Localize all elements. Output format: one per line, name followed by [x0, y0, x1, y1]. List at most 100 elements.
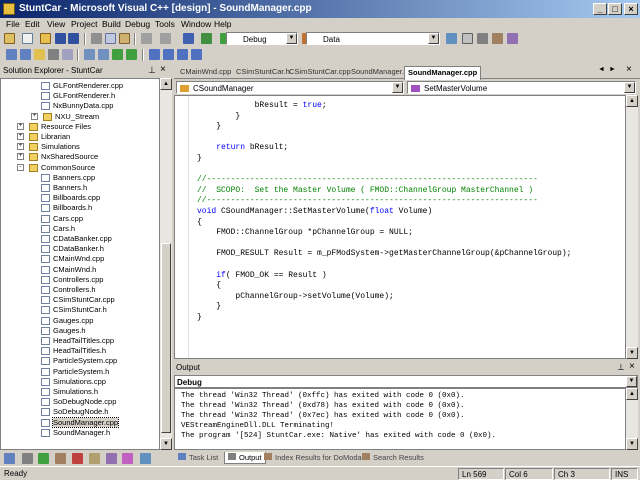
menu-view[interactable]: View — [47, 19, 65, 29]
tree-file[interactable]: CMainWnd.h — [41, 265, 96, 275]
tree-file[interactable]: SoDebugNode.cpp — [41, 397, 116, 407]
tab-icon[interactable] — [106, 453, 117, 464]
expand-icon[interactable]: + — [17, 143, 24, 151]
code-line[interactable]: { — [197, 280, 221, 291]
pin-icon[interactable]: ⊥ — [148, 65, 156, 76]
tree-file[interactable]: NxBunnyData.cpp — [41, 101, 113, 111]
scroll-down-icon[interactable]: ▼ — [626, 347, 638, 359]
outdent-icon[interactable] — [98, 49, 109, 60]
bookmark-prev-icon[interactable] — [163, 49, 174, 60]
tree-folder[interactable]: + Resource Files — [17, 122, 91, 132]
tree-file[interactable]: Controllers.h — [41, 285, 96, 295]
tree-file[interactable]: Billboards.h — [41, 203, 92, 213]
tab-icon[interactable] — [72, 453, 83, 464]
minimize-button[interactable]: _ — [593, 3, 607, 15]
code-line[interactable]: } — [197, 121, 221, 132]
menu-build[interactable]: Build — [102, 19, 121, 29]
close-button[interactable]: × — [624, 3, 638, 15]
tree-file[interactable]: Cars.h — [41, 224, 75, 234]
nav-back-icon[interactable] — [183, 33, 194, 44]
tab-soundmanager-cpp[interactable]: SoundManager.cpp — [404, 66, 482, 80]
resource-tab-icon[interactable] — [38, 453, 49, 464]
code-line[interactable]: // SCOPO: Set the Master Volume ( FMOD::… — [197, 185, 533, 196]
toolbar-icon[interactable] — [48, 49, 59, 60]
collapse-icon[interactable]: - — [17, 163, 24, 171]
code-line[interactable]: FMOD_RESULT Result = m_pFModSystem->getM… — [197, 248, 571, 259]
expand-icon[interactable]: + — [17, 153, 24, 161]
find-combo[interactable]: Data ▼ — [306, 32, 440, 45]
maximize-button[interactable]: □ — [608, 3, 622, 15]
redo-icon[interactable] — [160, 33, 171, 44]
tree-file[interactable]: HeadTailTitles.cpp — [41, 336, 114, 346]
code-editor[interactable]: bResult = true; } } return bResult;} //--… — [174, 95, 626, 359]
tree-folder[interactable]: + NxSharedSource — [17, 152, 98, 162]
code-line[interactable]: } — [197, 312, 202, 323]
tree-file[interactable]: Cars.cpp — [41, 214, 83, 224]
solution-tab-icon[interactable] — [4, 453, 15, 464]
tree-folder[interactable]: + Librarian — [17, 132, 70, 142]
tab-icon[interactable] — [140, 453, 151, 464]
undo-icon[interactable] — [141, 33, 152, 44]
tab-icon[interactable] — [122, 453, 133, 464]
tree-file[interactable]: ParticleSystem.cpp — [41, 356, 117, 366]
class-tab-icon[interactable] — [22, 453, 33, 464]
new-project-icon[interactable] — [4, 33, 15, 44]
tree-file[interactable]: GLFontRenderer.h — [41, 91, 115, 101]
class-view-icon[interactable] — [507, 33, 518, 44]
open-folder-icon[interactable] — [40, 33, 51, 44]
scroll-up-icon[interactable]: ▲ — [626, 388, 638, 400]
editor-gutter[interactable] — [175, 96, 189, 358]
comment-icon[interactable] — [112, 49, 123, 60]
code-line[interactable]: } — [197, 153, 202, 164]
tree-file[interactable]: HeadTailTitles.h — [41, 346, 106, 356]
tab-cmainwnd-cpp[interactable]: CMainWnd.cpp — [180, 66, 231, 79]
bookmark-icon[interactable] — [149, 49, 160, 60]
class-select[interactable]: CSoundManager ▼ — [176, 81, 404, 94]
tab-icon[interactable] — [89, 453, 100, 464]
code-line[interactable]: if( FMOD_OK == Result ) — [197, 270, 326, 281]
chevron-down-icon[interactable]: ▼ — [392, 82, 403, 93]
tree-file[interactable]: GLFontRenderer.cpp — [41, 81, 123, 91]
code-line[interactable]: bResult = true; — [197, 100, 327, 111]
solution-explorer-icon[interactable] — [462, 33, 473, 44]
properties-icon[interactable] — [477, 33, 488, 44]
indent-icon[interactable] — [84, 49, 95, 60]
tree-file[interactable]: SoundManager.h — [41, 428, 110, 438]
close-document-icon[interactable]: × — [626, 64, 632, 75]
toolbox-icon[interactable] — [492, 33, 503, 44]
tree-file[interactable]: Simulations.cpp — [41, 377, 106, 387]
tree-file[interactable]: CSimStuntCar.h — [41, 305, 107, 315]
menu-project[interactable]: Project — [71, 19, 97, 29]
menu-tools[interactable]: Tools — [155, 19, 175, 29]
close-icon[interactable]: × — [629, 361, 635, 372]
scroll-down-icon[interactable]: ▼ — [626, 438, 638, 450]
tree-folder[interactable]: + Simulations — [17, 142, 80, 152]
bookmark-clear-icon[interactable] — [191, 49, 202, 60]
tree-file[interactable]: ParticleSystem.h — [41, 367, 109, 377]
output-scrollbar[interactable]: ▲ ▼ — [626, 388, 638, 450]
toolbar-icon[interactable] — [20, 49, 31, 60]
cut-icon[interactable] — [91, 33, 102, 44]
tree-file[interactable]: Gauges.h — [41, 326, 86, 336]
add-item-icon[interactable] — [22, 33, 33, 44]
toolbar-icon[interactable] — [34, 49, 45, 60]
menu-debug[interactable]: Debug — [125, 19, 150, 29]
tree-file[interactable]: Banners.h — [41, 183, 87, 193]
output-text[interactable]: The thread 'Win32 Thread' (0xffc) has ex… — [174, 388, 626, 450]
code-line[interactable]: //--------------------------------------… — [197, 174, 538, 185]
code-line[interactable]: return bResult; — [197, 142, 288, 153]
tree-file[interactable]: CSimStuntCar.cpp — [41, 295, 115, 305]
scroll-up-icon[interactable]: ▲ — [160, 78, 172, 90]
tab-csimstuntcar-cpp[interactable]: CSimStuntCar.cpp — [289, 66, 351, 79]
tree-folder[interactable]: + NXU_Stream — [31, 112, 99, 122]
close-icon[interactable]: × — [160, 64, 166, 75]
tab-scroll-left-icon[interactable]: ◄ — [598, 66, 605, 73]
chevron-down-icon[interactable]: ▼ — [428, 33, 439, 44]
uncomment-icon[interactable] — [126, 49, 137, 60]
code-line[interactable]: } — [197, 111, 240, 122]
tree-file[interactable]: Simulations.h — [41, 387, 98, 397]
menu-edit[interactable]: Edit — [25, 19, 40, 29]
code-line[interactable]: } — [197, 301, 221, 312]
find-icon[interactable] — [446, 33, 457, 44]
save-icon[interactable] — [55, 33, 66, 44]
